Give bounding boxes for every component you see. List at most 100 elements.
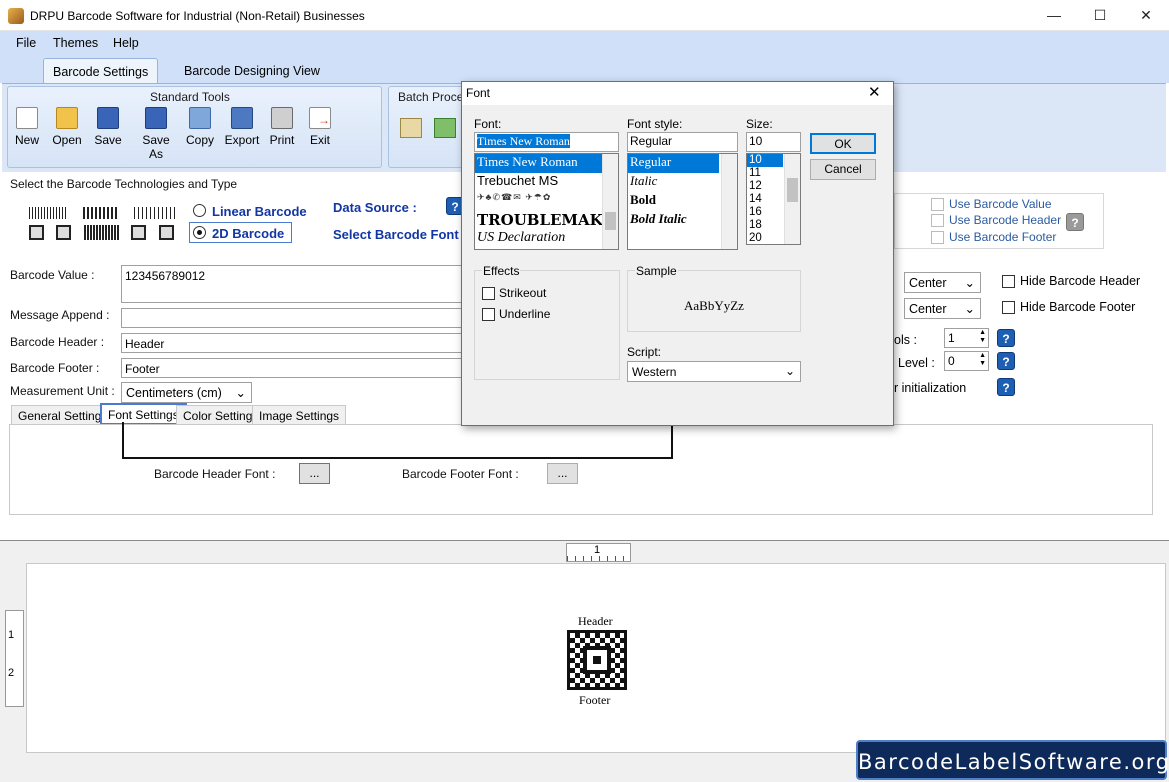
measurement-unit-label: Measurement Unit :: [10, 384, 115, 398]
export-label: Export: [224, 133, 260, 147]
use-barcode-footer-checkbox[interactable]: [931, 231, 944, 244]
exit-button[interactable]: → Exit: [298, 107, 342, 147]
columns-label: ols :: [894, 333, 917, 347]
copy-icon: [189, 107, 211, 129]
open-button[interactable]: Open: [45, 107, 89, 147]
tab-general-settings[interactable]: General Settings: [11, 405, 115, 425]
linear-barcode-label: Linear Barcode: [212, 204, 307, 219]
font-dialog-title: Font: [466, 86, 491, 100]
footer-align-select[interactable]: Center ⌄: [904, 298, 981, 319]
vertical-ruler: 1 2: [5, 610, 24, 707]
print-label: Print: [269, 133, 295, 147]
menu-themes[interactable]: Themes: [53, 36, 98, 50]
size-list[interactable]: 10 11 12 14 16 18 20: [746, 153, 801, 245]
new-icon: [16, 107, 38, 129]
columns-stepper[interactable]: 1 ▲ ▼: [944, 328, 989, 348]
twod-barcode-radio[interactable]: [193, 226, 206, 239]
export-icon: [231, 107, 253, 129]
style-item-regular[interactable]: Regular: [628, 154, 719, 173]
save-as-button[interactable]: Save As: [134, 107, 178, 161]
size-list-scrollbar[interactable]: [784, 154, 800, 244]
use-barcode-footer-label: Use Barcode Footer: [949, 230, 1057, 244]
level-label: Level :: [898, 356, 935, 370]
menu-file[interactable]: File: [16, 36, 36, 50]
underline-checkbox[interactable]: [482, 308, 495, 321]
linear-barcode-thumb-2[interactable]: [83, 207, 119, 219]
save-label: Save: [94, 133, 122, 147]
preview-header-text: Header: [578, 614, 613, 628]
ruler-left-label-2: 2: [8, 667, 15, 679]
batch-excel-icon[interactable]: [434, 118, 456, 138]
ruler-left-label-1: 1: [8, 629, 15, 641]
initialization-help-icon[interactable]: ?: [997, 378, 1015, 396]
window-title: DRPU Barcode Software for Industrial (No…: [30, 9, 365, 23]
size-input[interactable]: 10: [746, 132, 801, 152]
font-item[interactable]: TROUBLEMAKER: [475, 211, 618, 230]
copy-button[interactable]: Copy: [178, 107, 222, 147]
cancel-button[interactable]: Cancel: [810, 159, 876, 180]
qr-thumb-1[interactable]: [29, 225, 44, 240]
script-value: Western: [632, 365, 677, 379]
datamatrix-thumb[interactable]: [131, 225, 146, 240]
tab-barcode-designing-view[interactable]: Barcode Designing View: [175, 58, 329, 83]
print-icon: [271, 107, 293, 129]
font-item[interactable]: Times New Roman: [475, 154, 602, 173]
pdf417-thumb[interactable]: [84, 225, 119, 240]
font-item[interactable]: Trebuchet MS: [475, 173, 618, 192]
barcode-header-label: Barcode Header :: [10, 335, 105, 349]
linear-barcode-thumb-1[interactable]: [29, 207, 67, 219]
maxicode-thumb[interactable]: [159, 225, 174, 240]
linear-barcode-radio[interactable]: [193, 204, 206, 217]
columns-help-icon[interactable]: ?: [997, 329, 1015, 347]
hide-footer-checkbox[interactable]: [1002, 301, 1015, 314]
level-value: 0: [948, 354, 955, 368]
hide-footer-label: Hide Barcode Footer: [1020, 300, 1136, 314]
close-button[interactable]: ✕: [1123, 0, 1169, 31]
font-style-list[interactable]: Regular Italic Bold Bold Italic: [627, 153, 738, 250]
strikeout-checkbox[interactable]: [482, 287, 495, 300]
minimize-button[interactable]: —: [1031, 0, 1077, 31]
ruler-top-label: 1: [594, 544, 601, 556]
font-item[interactable]: ✈♣✆☎✉ ✈☂✿: [475, 192, 618, 211]
effects-group: [474, 270, 620, 380]
initialization-label: r initialization: [894, 381, 967, 395]
maximize-button[interactable]: ☐: [1077, 0, 1123, 31]
style-list-scrollbar[interactable]: [721, 154, 737, 249]
header-align-select[interactable]: Center ⌄: [904, 272, 981, 293]
linear-barcode-thumb-3[interactable]: [134, 207, 176, 219]
hide-header-checkbox[interactable]: [1002, 275, 1015, 288]
ok-button[interactable]: OK: [810, 133, 876, 154]
font-style-label: Font style:: [627, 117, 683, 131]
dialog-close-icon[interactable]: ✕: [868, 83, 881, 101]
script-select[interactable]: Western ⌄: [627, 361, 801, 382]
level-stepper[interactable]: 0 ▲ ▼: [944, 351, 989, 371]
message-append-input[interactable]: [121, 308, 466, 328]
use-options-help-icon[interactable]: ?: [1066, 213, 1084, 231]
use-barcode-value-label: Use Barcode Value: [949, 197, 1052, 211]
qr-thumb-2[interactable]: [56, 225, 71, 240]
font-list[interactable]: Times New Roman Trebuchet MS ✈♣✆☎✉ ✈☂✿ T…: [474, 153, 619, 250]
barcode-header-input[interactable]: Header: [121, 333, 466, 353]
tab-barcode-settings[interactable]: Barcode Settings: [43, 58, 159, 83]
barcode-value-input[interactable]: 123456789012: [121, 265, 466, 303]
twod-barcode-label: 2D Barcode: [212, 226, 285, 241]
batch-edit-icon[interactable]: [400, 118, 422, 138]
script-label: Script:: [627, 345, 662, 359]
level-help-icon[interactable]: ?: [997, 352, 1015, 370]
strikeout-label: Strikeout: [499, 286, 547, 300]
data-source-label: Data Source :: [333, 200, 417, 215]
select-barcode-font-label: Select Barcode Font: [333, 227, 459, 242]
menu-help[interactable]: Help: [113, 36, 139, 50]
font-name-input[interactable]: Times New Roman: [474, 132, 619, 152]
use-barcode-header-checkbox[interactable]: [931, 214, 944, 227]
new-button[interactable]: New: [5, 107, 49, 147]
save-as-label: Save As: [142, 133, 170, 161]
size-item[interactable]: 10: [747, 154, 783, 167]
barcode-footer-input[interactable]: Footer: [121, 358, 466, 378]
save-button[interactable]: Save: [86, 107, 130, 147]
export-button[interactable]: Export: [220, 107, 264, 147]
use-barcode-value-checkbox[interactable]: [931, 198, 944, 211]
font-style-input[interactable]: Regular: [627, 132, 738, 152]
font-item[interactable]: US Declaration: [475, 230, 618, 249]
font-list-scrollbar[interactable]: [602, 154, 618, 249]
